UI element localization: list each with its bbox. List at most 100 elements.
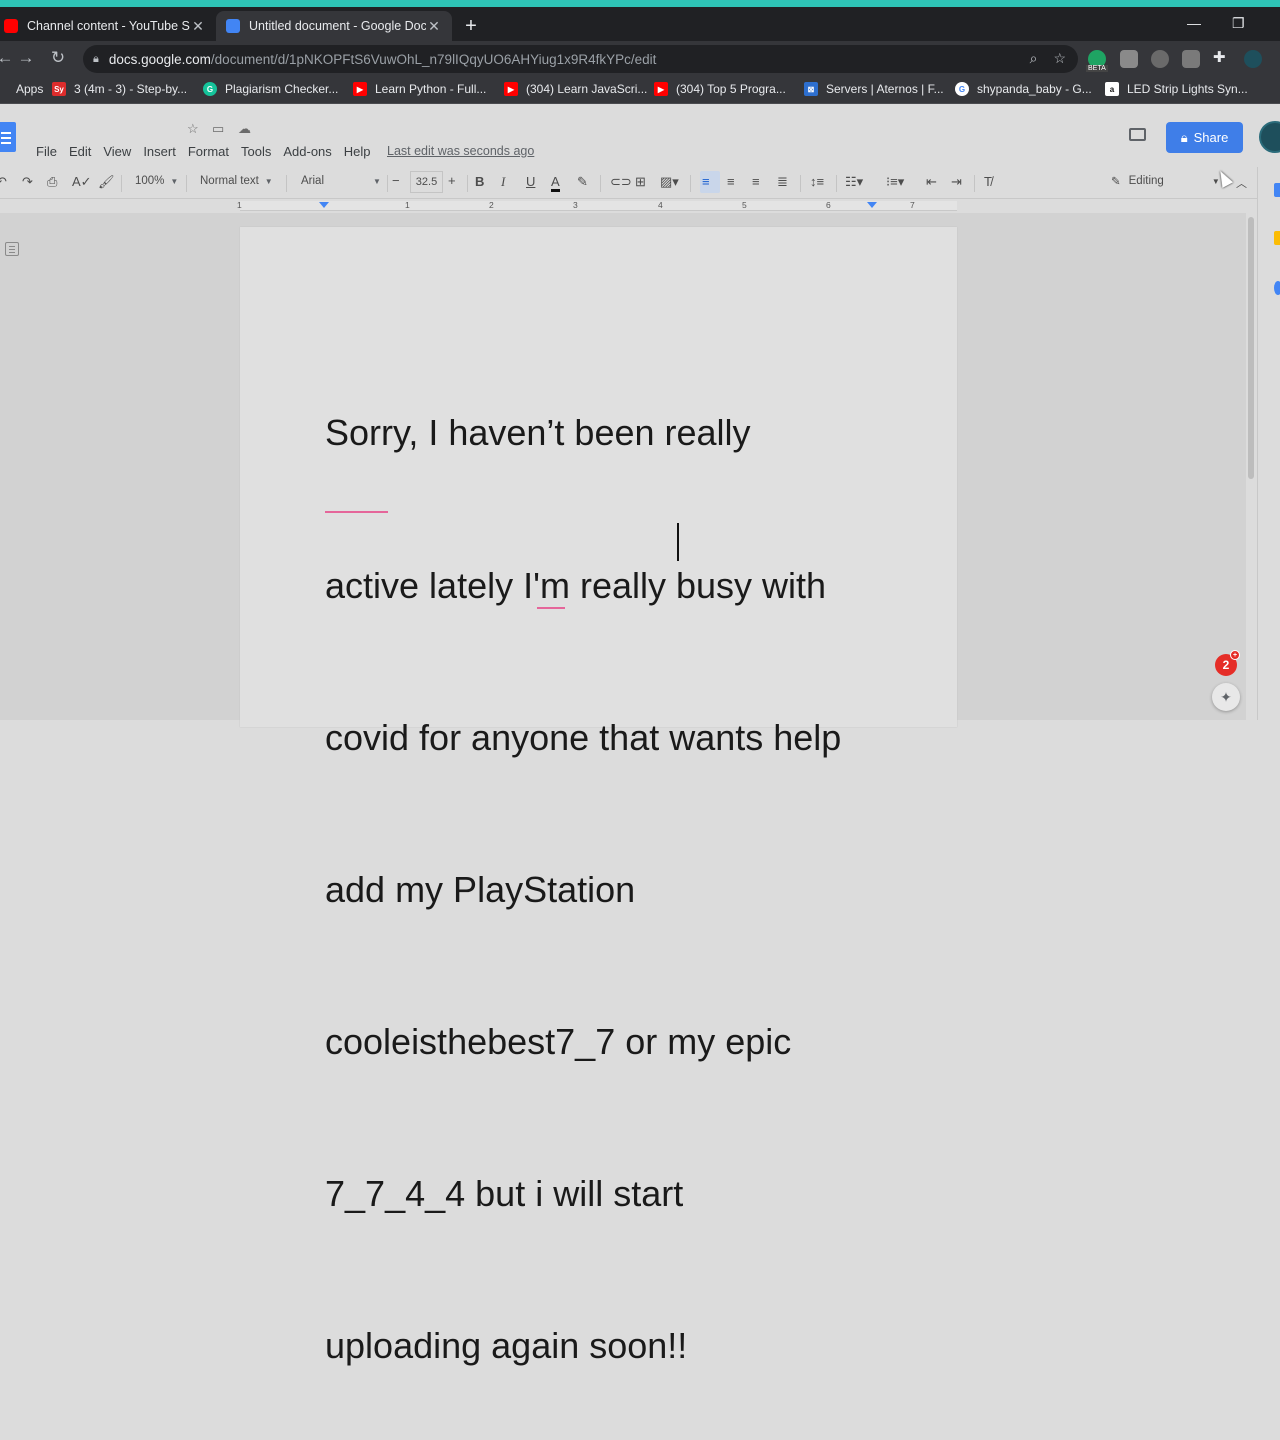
increase-indent-icon[interactable]: ⇥ bbox=[951, 174, 962, 190]
paint-format-icon[interactable]: 🖌︎ bbox=[98, 174, 115, 190]
minimize-icon[interactable]: — bbox=[1187, 15, 1201, 31]
align-left-icon[interactable]: ≡ bbox=[702, 174, 710, 189]
body-line: Sorry, I haven’t been really bbox=[325, 412, 751, 454]
right-indent-marker[interactable] bbox=[867, 202, 877, 208]
bookmark-plagiarism-checker[interactable]: G Plagiarism Checker... bbox=[203, 82, 338, 96]
last-edit-link[interactable]: Last edit was seconds ago bbox=[387, 144, 534, 158]
bookmark-aternos[interactable]: ⊠ Servers | Aternos | F... bbox=[804, 82, 944, 96]
comments-icon[interactable] bbox=[1129, 128, 1146, 141]
print-icon[interactable]: ⎙ bbox=[47, 174, 57, 190]
extension-glasses-icon[interactable] bbox=[1151, 50, 1169, 68]
checklist-icon[interactable]: ☷▾ bbox=[845, 174, 863, 190]
hide-menus-chevron-icon[interactable]: ︿ bbox=[1236, 175, 1247, 191]
account-avatar[interactable] bbox=[1259, 121, 1280, 153]
redo-icon[interactable]: ↷ bbox=[22, 174, 33, 190]
lock-icon: 🔒︎ bbox=[1180, 129, 1188, 145]
docs-header: ☆ ▭ ☁︎ File Edit View Insert Format Tool… bbox=[0, 105, 1280, 167]
decrease-font-size-icon[interactable]: − bbox=[392, 173, 400, 188]
menu-tools[interactable]: Tools bbox=[241, 144, 271, 159]
document-page[interactable]: Sorry, I haven’t been really active late… bbox=[240, 227, 957, 1366]
address-bar[interactable]: 🔒︎ docs.google.com/document/d/1pNKOPFtS6… bbox=[83, 45, 1078, 73]
body-line: cooleisthebest7_7 or my epic bbox=[325, 1020, 792, 1062]
back-icon[interactable]: ← bbox=[0, 48, 16, 68]
tab-youtube-studio[interactable]: Channel content - YouTube Studi ✕ bbox=[0, 11, 216, 41]
insert-link-icon[interactable]: ⊂⊃ bbox=[610, 174, 632, 190]
docs-menu-bar: File Edit View Insert Format Tools Add-o… bbox=[36, 144, 383, 159]
bookmark-top-5-programming[interactable]: ▶ (304) Top 5 Progra... bbox=[654, 82, 786, 96]
menu-insert[interactable]: Insert bbox=[143, 144, 176, 159]
document-outline-icon[interactable] bbox=[5, 242, 19, 256]
new-tab-button[interactable]: + bbox=[460, 15, 482, 38]
scrollbar-thumb[interactable] bbox=[1248, 217, 1254, 479]
formatting-toolbar: ↶ ↷ ⎙ A✓ 🖌︎ 100% ▼ Normal text ▼ Arial ▼ − … bbox=[0, 167, 1257, 199]
zoom-search-icon[interactable]: ⌕ bbox=[1030, 50, 1038, 67]
menu-view[interactable]: View bbox=[103, 144, 131, 159]
spellcheck-icon[interactable]: A✓ bbox=[72, 174, 92, 190]
editing-mode-dropdown[interactable]: ✎ Editing ▼ bbox=[1111, 174, 1220, 188]
bookmark-apps[interactable]: Apps bbox=[0, 82, 43, 96]
add-comment-icon[interactable]: ⊞ bbox=[635, 174, 646, 190]
align-center-icon[interactable]: ≡ bbox=[727, 174, 735, 189]
left-indent-marker[interactable] bbox=[319, 202, 329, 208]
vertical-scrollbar[interactable] bbox=[1246, 213, 1257, 720]
tab-google-docs[interactable]: Untitled document - Google Doc ✕ bbox=[216, 11, 452, 41]
document-body[interactable]: Sorry, I haven’t been really active late… bbox=[325, 307, 895, 1440]
zoom-dropdown[interactable]: 100% ▼ bbox=[135, 175, 178, 187]
tab-close-icon[interactable]: ✕ bbox=[426, 18, 442, 35]
docs-logo-icon[interactable] bbox=[0, 122, 16, 152]
menu-format[interactable]: Format bbox=[188, 144, 229, 159]
share-button[interactable]: 🔒︎ Share bbox=[1166, 122, 1243, 153]
undo-icon[interactable]: ↶ bbox=[0, 174, 7, 190]
bookmark-learn-javascript[interactable]: ▶ (304) Learn JavaScri... bbox=[504, 82, 647, 96]
explore-icon[interactable]: ✦ bbox=[1212, 683, 1240, 711]
menu-help[interactable]: Help bbox=[344, 144, 371, 159]
bookmark-learn-python[interactable]: ▶ Learn Python - Full... bbox=[353, 82, 486, 96]
bulleted-list-icon[interactable]: ⁝≡▾ bbox=[886, 174, 904, 190]
star-icon[interactable]: ☆ bbox=[187, 121, 199, 137]
text-color-icon[interactable]: A bbox=[551, 174, 560, 192]
highlight-color-icon[interactable]: ✎ bbox=[577, 174, 588, 190]
body-line: covid for anyone that wants help bbox=[325, 716, 842, 758]
extensions-puzzle-icon[interactable]: ✚ bbox=[1213, 48, 1231, 66]
tasks-icon[interactable] bbox=[1274, 281, 1280, 295]
font-size-input[interactable]: 32.5 bbox=[410, 171, 443, 193]
bold-icon[interactable]: B bbox=[475, 174, 484, 189]
move-folder-icon[interactable]: ▭ bbox=[212, 121, 224, 137]
address-url[interactable]: docs.google.com/document/d/1pNKOPFtS6Vuw… bbox=[109, 52, 657, 67]
decrease-indent-icon[interactable]: ⇤ bbox=[926, 174, 937, 190]
align-justify-icon[interactable]: ≣ bbox=[777, 174, 788, 190]
align-right-icon[interactable]: ≡ bbox=[752, 174, 760, 189]
extension-calculator-icon[interactable] bbox=[1182, 50, 1200, 68]
notification-badge[interactable]: 2 + bbox=[1215, 650, 1240, 676]
menu-add-ons[interactable]: Add-ons bbox=[283, 144, 331, 159]
horizontal-ruler[interactable]: 1 1 2 3 4 5 6 7 bbox=[0, 199, 1257, 213]
menu-edit[interactable]: Edit bbox=[69, 144, 91, 159]
font-dropdown[interactable]: Arial ▼ bbox=[301, 175, 381, 187]
insert-image-icon[interactable]: ▨▾ bbox=[660, 174, 679, 190]
bookmark-shypanda[interactable]: G shypanda_baby - G... bbox=[955, 82, 1092, 96]
underline-icon[interactable]: U bbox=[526, 174, 535, 189]
italic-icon[interactable]: I bbox=[501, 174, 505, 190]
bookmark-led-strip[interactable]: a LED Strip Lights Syn... bbox=[1105, 82, 1248, 96]
forward-icon[interactable]: → bbox=[15, 48, 37, 68]
aternos-icon: ⊠ bbox=[804, 82, 818, 96]
keep-icon[interactable] bbox=[1274, 231, 1280, 245]
style-dropdown[interactable]: Normal text ▼ bbox=[200, 175, 273, 187]
increase-font-size-icon[interactable]: + bbox=[448, 173, 456, 188]
cloud-status-icon[interactable]: ☁︎ bbox=[238, 121, 251, 137]
body-line: add my PlayStation bbox=[325, 868, 636, 910]
calendar-icon[interactable] bbox=[1274, 183, 1280, 197]
profile-avatar-icon[interactable] bbox=[1244, 50, 1262, 68]
reload-icon[interactable]: ↻ bbox=[47, 48, 69, 68]
top-accent-stripe bbox=[0, 0, 1280, 7]
clear-formatting-icon[interactable]: T̸ bbox=[984, 174, 992, 189]
extension-k-icon[interactable] bbox=[1120, 50, 1138, 68]
line-spacing-icon[interactable]: ↕≡ bbox=[810, 174, 824, 189]
restore-icon[interactable]: ❐ bbox=[1232, 15, 1245, 32]
bookmark-star-icon[interactable]: ☆ bbox=[1053, 50, 1066, 67]
bookmark-symbolab[interactable]: Sy 3 (4m - 3) - Step-by... bbox=[52, 82, 187, 96]
menu-file[interactable]: File bbox=[36, 144, 57, 159]
body-line: uploading again soon!! bbox=[325, 1325, 688, 1367]
text-caret bbox=[677, 523, 679, 561]
tab-close-icon[interactable]: ✕ bbox=[190, 18, 206, 35]
